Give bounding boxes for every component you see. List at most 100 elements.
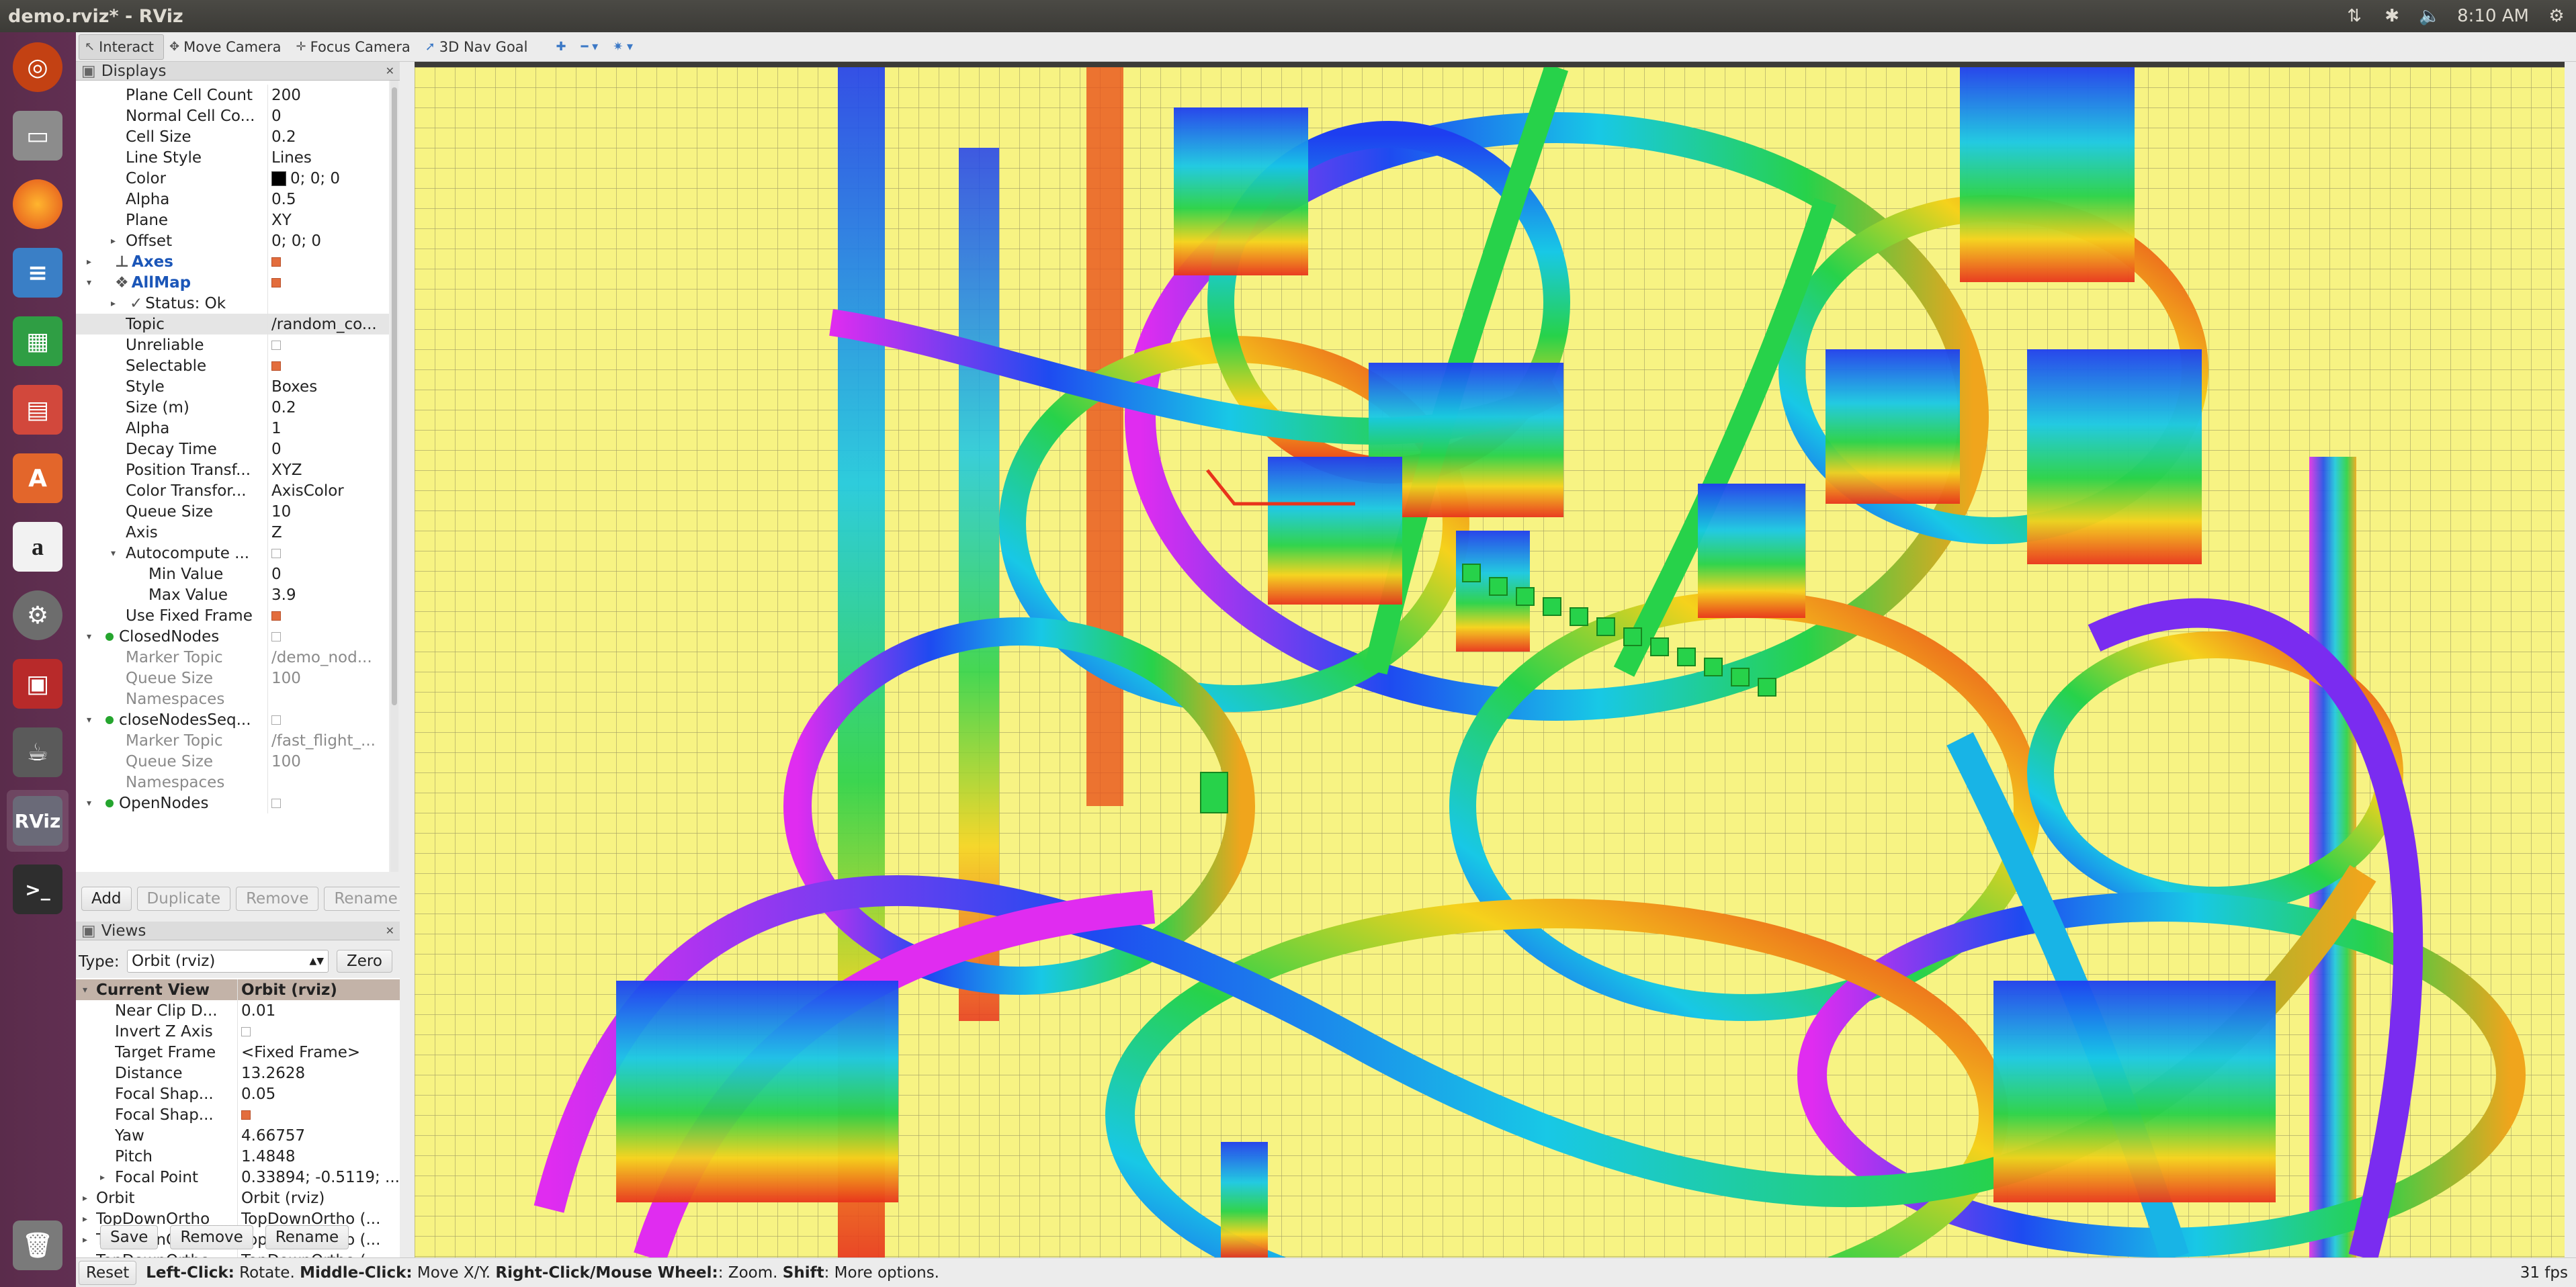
display-property-row[interactable]: Color Transfor... AxisColor — [76, 480, 389, 501]
display-property-row[interactable]: ▾ Autocompute ... — [76, 543, 389, 564]
view-property-row[interactable]: Invert Z Axis — [76, 1021, 400, 1042]
property-value[interactable] — [267, 293, 388, 314]
collapse-arrow-icon[interactable]: ▾ — [83, 979, 87, 1000]
expand-arrow-icon[interactable]: ▸ — [100, 1167, 105, 1188]
add-button[interactable]: Add — [81, 887, 132, 911]
property-value[interactable] — [267, 605, 388, 626]
expand-arrow-icon[interactable]: ▸ — [87, 251, 91, 272]
property-value[interactable]: 0; 0; 0 — [267, 230, 388, 251]
checkbox[interactable] — [241, 1110, 251, 1120]
view-property-value[interactable]: 4.66757 — [237, 1125, 398, 1146]
display-property-row[interactable]: Topic/random_co... — [76, 314, 389, 335]
view-property-value[interactable] — [237, 1021, 398, 1042]
display-property-row[interactable]: Cell Size 0.2 — [76, 126, 389, 147]
display-property-row[interactable]: Line Style Lines — [76, 147, 389, 168]
view-property-row[interactable]: Yaw 4.66757 — [76, 1125, 400, 1146]
view-property-row[interactable]: Focal Shap... 0.05 — [76, 1083, 400, 1104]
display-property-row[interactable]: ▾ OpenNodes — [76, 793, 389, 813]
views-rename-button[interactable]: Rename — [265, 1225, 349, 1249]
property-value[interactable] — [267, 251, 388, 272]
view-property-row[interactable]: Pitch 1.4848 — [76, 1146, 400, 1167]
property-value[interactable] — [267, 689, 388, 709]
view-property-value[interactable]: 1.4848 — [237, 1146, 398, 1167]
ubuntu-dash-button[interactable]: ◎ — [7, 36, 69, 98]
zero-button[interactable]: Zero — [337, 950, 392, 973]
collapse-arrow-icon[interactable]: ▾ — [87, 272, 91, 293]
files-button[interactable]: ▭ — [7, 105, 69, 167]
trash-button[interactable]: 🗑 — [7, 1214, 69, 1276]
network-icon[interactable]: ⇅ — [2344, 6, 2364, 26]
checkbox[interactable] — [271, 361, 281, 371]
property-value[interactable]: Boxes — [267, 376, 388, 397]
collapse-arrow-icon[interactable]: ▾ — [87, 709, 91, 730]
property-value[interactable]: 100 — [267, 668, 388, 689]
property-value[interactable]: 3.9 — [267, 584, 388, 605]
display-property-row[interactable]: ▾ ❖ AllMap — [76, 272, 389, 293]
interact-tool[interactable]: ↖ Interact — [79, 34, 165, 60]
rename-button[interactable]: Rename — [324, 887, 408, 911]
volume-icon[interactable]: 🔈 — [2419, 6, 2440, 26]
checkbox[interactable] — [271, 798, 281, 808]
collapse-arrow-icon[interactable]: ▾ — [111, 543, 116, 564]
checkbox[interactable] — [271, 340, 281, 350]
splitter[interactable] — [400, 62, 415, 1257]
settings-icon[interactable]: ⚙ — [2546, 6, 2567, 26]
move-camera-tool[interactable]: ✥ Move Camera — [164, 34, 291, 60]
view-property-row[interactable]: ▾ Current View Orbit (rviz) — [76, 979, 400, 1000]
view-property-row[interactable]: Target Frame <Fixed Frame> — [76, 1042, 400, 1063]
system-settings-button[interactable]: ⚙ — [7, 584, 69, 646]
display-property-row[interactable]: Color 0; 0; 0 — [76, 168, 389, 189]
property-value[interactable]: XYZ — [267, 459, 388, 480]
property-value[interactable]: 10 — [267, 501, 388, 522]
color-swatch[interactable] — [271, 171, 286, 186]
checkbox[interactable] — [271, 257, 281, 267]
view-property-row[interactable]: Focal Shap... — [76, 1104, 400, 1125]
expand-arrow-icon[interactable]: ▸ — [111, 230, 116, 251]
close-icon[interactable]: ✕ — [386, 924, 394, 937]
display-property-row[interactable]: Queue Size 10 — [76, 501, 389, 522]
firefox-button[interactable] — [7, 173, 69, 235]
property-value[interactable]: /fast_flight_... — [267, 730, 388, 751]
view-property-value[interactable]: 13.2628 — [237, 1063, 398, 1083]
add-tool-button[interactable]: ✚ — [551, 34, 576, 60]
view-property-value[interactable]: 0.05 — [237, 1083, 398, 1104]
collapse-arrow-icon[interactable]: ▾ — [87, 793, 91, 813]
display-property-row[interactable]: Selectable — [76, 355, 389, 376]
property-value[interactable]: 0.2 — [267, 126, 388, 147]
property-value[interactable]: 1 — [267, 418, 388, 439]
property-value[interactable]: /demo_nod... — [267, 647, 388, 668]
display-property-row[interactable]: Marker Topic/fast_flight_... — [76, 730, 389, 751]
rviz-button[interactable]: RViz — [7, 790, 69, 852]
checkbox[interactable] — [271, 277, 281, 287]
display-property-row[interactable]: Plane Cell Count 200 — [76, 85, 389, 105]
display-property-row[interactable]: Namespaces — [76, 772, 389, 793]
view-property-value[interactable] — [237, 1104, 398, 1125]
display-property-row[interactable]: ▸ ✓ Status: Ok — [76, 293, 389, 314]
java-button[interactable]: ☕ — [7, 721, 69, 783]
scroll-thumb[interactable] — [392, 87, 397, 705]
display-property-row[interactable]: Plane XY — [76, 210, 389, 230]
remove-tool-button[interactable]: ━ ▾ — [576, 34, 608, 60]
collapse-arrow-icon[interactable]: ▾ — [87, 626, 91, 647]
view-type-select[interactable]: Orbit (rviz) ▲▼ — [127, 950, 329, 973]
checkbox[interactable] — [271, 611, 281, 621]
amazon-button[interactable]: a — [7, 516, 69, 578]
display-property-row[interactable]: Size (m) 0.2 — [76, 397, 389, 418]
view-property-value[interactable]: <Fixed Frame> — [237, 1042, 398, 1063]
writer-button[interactable]: ≡ — [7, 242, 69, 304]
calc-button[interactable]: ▦ — [7, 310, 69, 372]
view-property-value[interactable]: Orbit (rviz) — [237, 979, 398, 1000]
view-property-value[interactable]: 0.33894; -0.5119; ... — [237, 1167, 398, 1188]
property-value[interactable]: Z — [267, 522, 388, 543]
display-property-row[interactable]: Alpha 1 — [76, 418, 389, 439]
save-button[interactable]: Save — [100, 1225, 159, 1249]
views-remove-button[interactable]: Remove — [170, 1225, 253, 1249]
display-property-row[interactable]: ▾ closeNodesSeq... — [76, 709, 389, 730]
render-3d-view[interactable] — [415, 67, 2565, 1257]
property-value[interactable]: 0; 0; 0 — [267, 168, 388, 189]
right-dock-edge[interactable] — [2565, 62, 2576, 1257]
property-value[interactable] — [267, 335, 388, 355]
property-value[interactable]: AxisColor — [267, 480, 388, 501]
view-property-row[interactable]: ▸ Focal Point 0.33894; -0.5119; ... — [76, 1167, 400, 1188]
property-value[interactable] — [267, 772, 388, 793]
